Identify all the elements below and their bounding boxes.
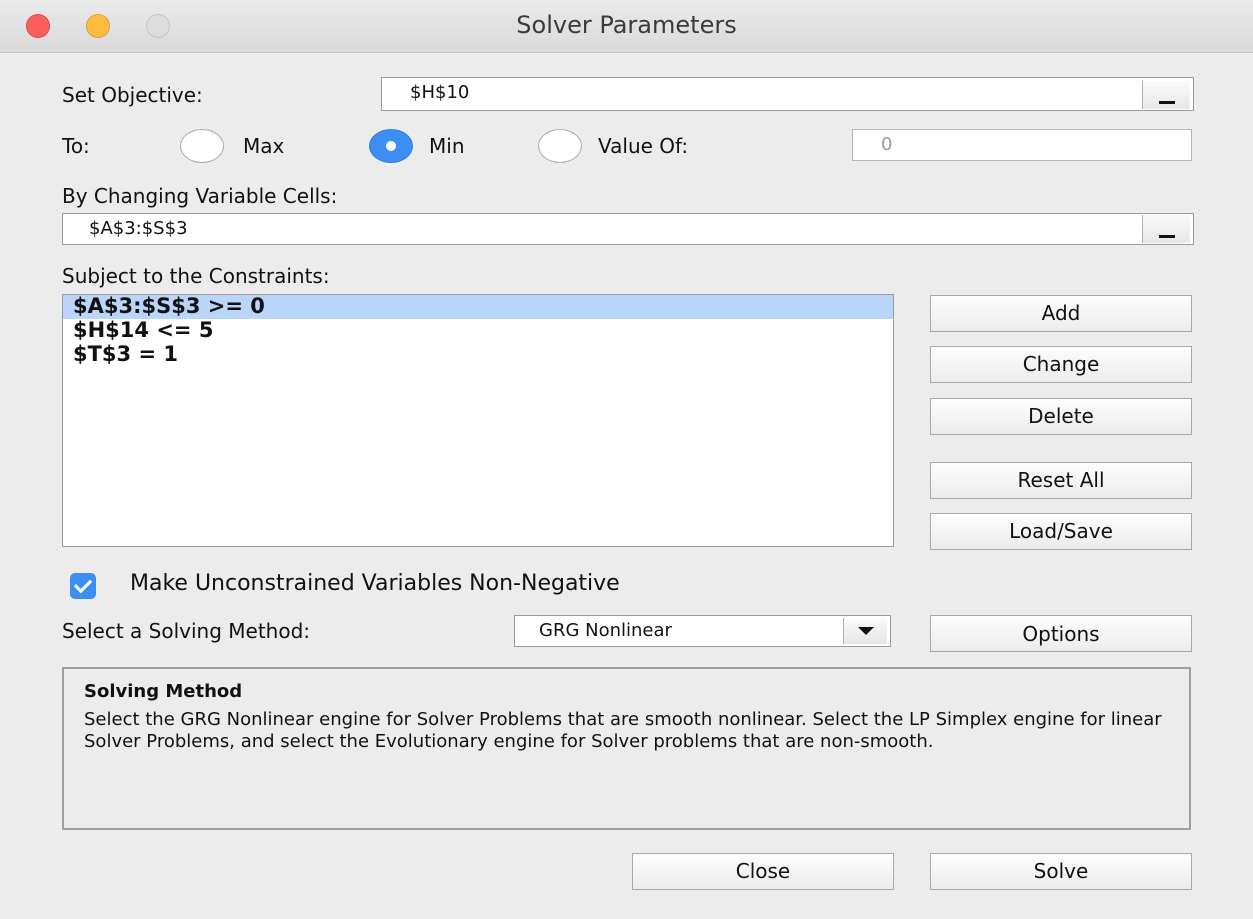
load-save-button[interactable]: Load/Save [930, 513, 1192, 550]
max-radio-label: Max [243, 134, 285, 158]
solve-button[interactable]: Solve [930, 853, 1192, 890]
min-radio-label: Min [429, 134, 465, 158]
set-objective-label: Set Objective: [62, 83, 203, 107]
constraint-item[interactable]: $T$3 = 1 [63, 343, 893, 367]
variable-cells-label: By Changing Variable Cells: [62, 184, 338, 208]
value-of-radio[interactable] [538, 129, 582, 163]
close-button[interactable]: Close [632, 853, 894, 890]
window-title: Solver Parameters [516, 11, 737, 39]
objective-collapse-icon[interactable] [1142, 81, 1190, 109]
constraints-list[interactable]: $A$3:$S$3 >= 0 $H$14 <= 5 $T$3 = 1 [62, 294, 894, 547]
to-label: To: [62, 134, 90, 158]
solving-method-info-title: Solving Method [84, 681, 243, 702]
constraints-label: Subject to the Constraints: [62, 264, 330, 288]
variable-cells-value: $A$3:$S$3 [89, 218, 188, 239]
value-of-input[interactable]: 0 [852, 129, 1192, 161]
add-button[interactable]: Add [930, 295, 1192, 332]
min-radio[interactable] [369, 129, 413, 163]
constraint-item[interactable]: $H$14 <= 5 [63, 319, 893, 343]
nonnegative-checkbox[interactable] [70, 573, 96, 599]
solving-method-info-description: Select the GRG Nonlinear engine for Solv… [84, 709, 1162, 752]
value-of-radio-label: Value Of: [598, 134, 689, 158]
options-button[interactable]: Options [930, 615, 1192, 652]
reset-all-button[interactable]: Reset All [930, 462, 1192, 499]
set-objective-value: $H$10 [410, 82, 470, 103]
delete-button[interactable]: Delete [930, 398, 1192, 435]
variable-cells-input[interactable]: $A$3:$S$3 [62, 213, 1194, 245]
change-button[interactable]: Change [930, 346, 1192, 383]
title-bar: Solver Parameters [0, 0, 1253, 53]
solving-method-value: GRG Nonlinear [539, 620, 672, 641]
variable-cells-collapse-icon[interactable] [1142, 215, 1190, 243]
nonnegative-label: Make Unconstrained Variables Non-Negativ… [130, 571, 620, 596]
max-radio[interactable] [180, 129, 224, 163]
set-objective-input[interactable]: $H$10 [381, 77, 1194, 111]
constraint-item[interactable]: $A$3:$S$3 >= 0 [63, 295, 893, 319]
dropdown-arrow-icon[interactable] [843, 618, 887, 644]
value-of-input-value: 0 [881, 134, 893, 155]
solving-method-info: Solving Method Select the GRG Nonlinear … [62, 667, 1191, 830]
solving-method-select[interactable]: GRG Nonlinear [514, 615, 891, 647]
solving-method-label: Select a Solving Method: [62, 619, 311, 643]
